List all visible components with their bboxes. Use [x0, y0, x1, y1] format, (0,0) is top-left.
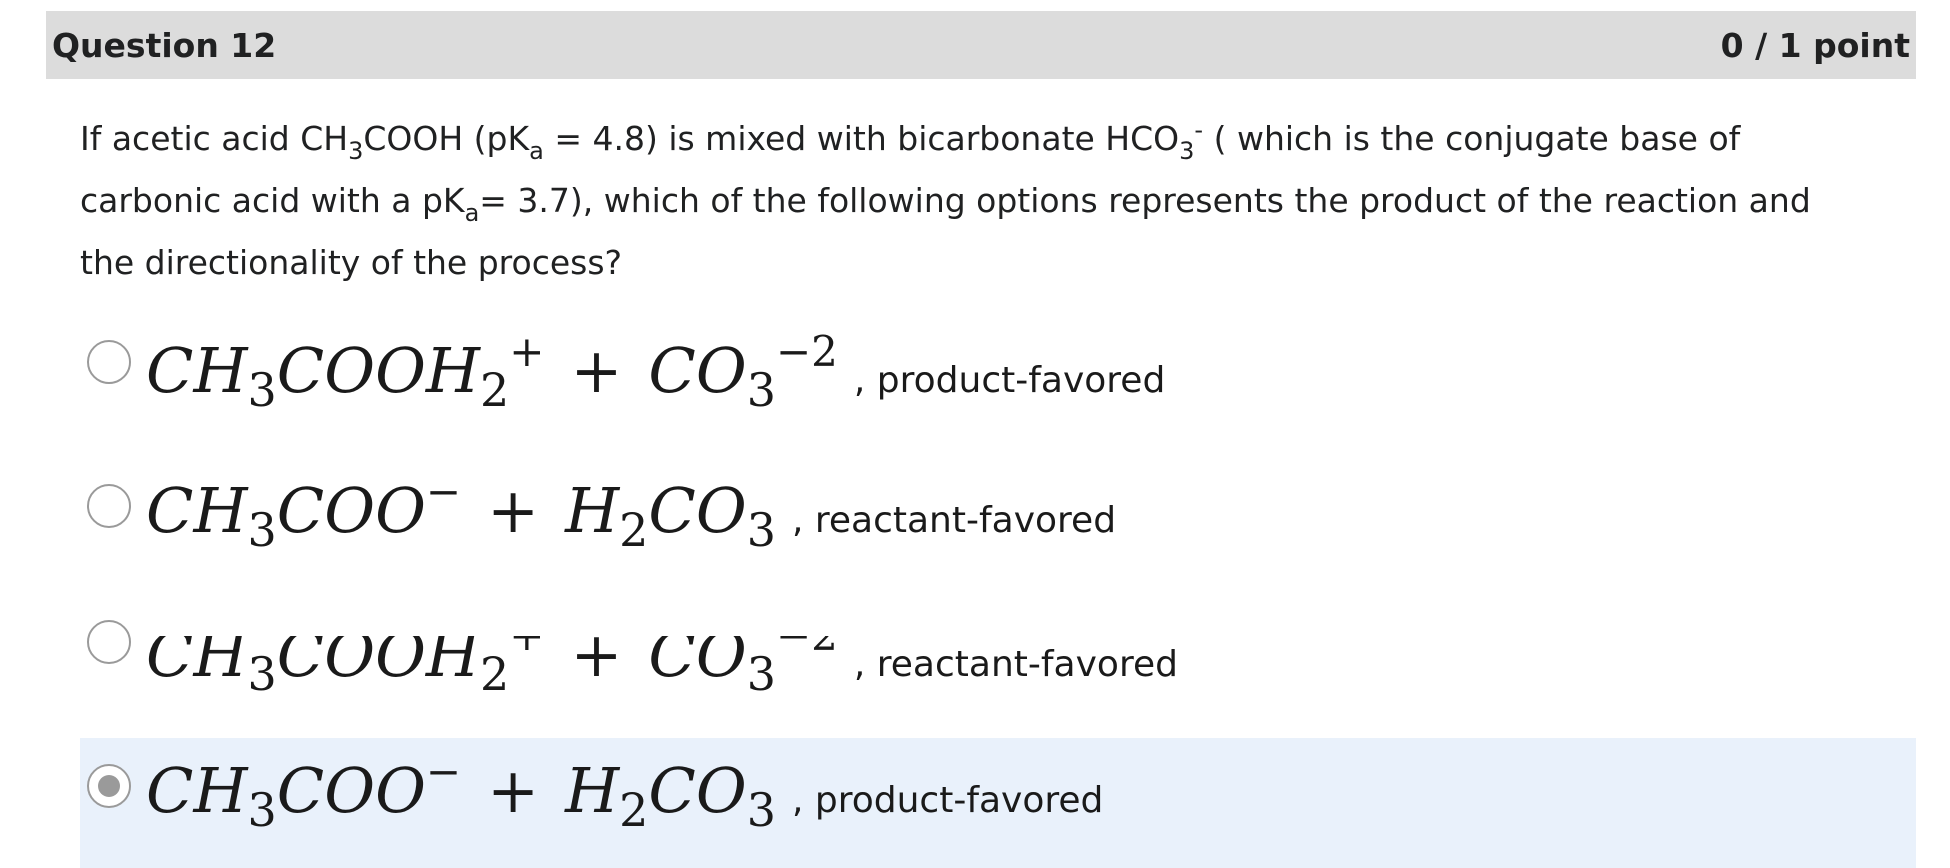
radio-button-option-2[interactable] [87, 484, 131, 528]
option-1-formula: CH3COOH2+ + CO3−2, product-favored [146, 327, 1166, 417]
answer-option-2[interactable]: CH3COO− + H2CO3, reactant-favored [80, 458, 1916, 588]
question-text: If acetic acid CH3COOH (pKa = 4.8) is mi… [80, 108, 1910, 294]
option-1-label: , product-favored [853, 360, 1166, 401]
option-2-label: , reactant-favored [791, 500, 1117, 541]
option-4-formula: CH3COO− + H2CO3, product-favored [146, 747, 1104, 837]
question-header: Question 12 0 / 1 point [46, 11, 1916, 79]
answer-option-4[interactable]: CH3COO− + H2CO3, product-favored [80, 738, 1916, 868]
option-3-label: , reactant-favored [853, 644, 1178, 685]
option-3-formula: CH3COOH2++CO3−2, reactant-favored [146, 636, 1178, 696]
question-line-1: If acetic acid CH3COOH (pKa = 4.8) is mi… [80, 116, 1741, 165]
question-title: Question 12 [52, 26, 277, 65]
option-2-formula: CH3COO− + H2CO3, reactant-favored [146, 467, 1117, 557]
option-3-clip: CH3COOH2++CO3−2, reactant-favored [80, 636, 1180, 696]
radio-button-option-1[interactable] [87, 340, 131, 384]
question-line-2: carbonic acid with a pKa= 3.7), which of… [80, 181, 1811, 227]
question-line-3: the directionality of the process? [80, 243, 623, 282]
answer-option-1[interactable]: CH3COOH2+ + CO3−2, product-favored [80, 320, 1916, 450]
question-score: 0 / 1 point [1720, 26, 1910, 65]
radio-button-option-4[interactable] [87, 764, 131, 808]
option-4-label: , product-favored [791, 780, 1104, 821]
answer-option-3[interactable]: CH3COOH2++CO3−2, reactant-favored [80, 600, 1916, 730]
